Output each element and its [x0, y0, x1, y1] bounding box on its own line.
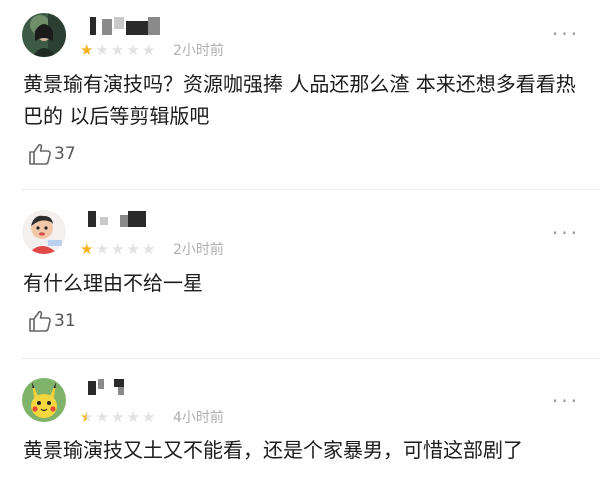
- star-icon: ★: [80, 408, 94, 426]
- more-dots-icon[interactable]: ···: [552, 391, 580, 411]
- comment-text: 有什么理由不给一星: [23, 271, 203, 295]
- avatar[interactable]: [22, 210, 66, 254]
- star-rating: ★ ★ ★ ★ ★: [80, 42, 155, 58]
- avatar[interactable]: [22, 378, 66, 422]
- star-icon: ★: [95, 240, 109, 258]
- like-button[interactable]: 31: [28, 310, 76, 332]
- star-icon: ★: [95, 408, 109, 426]
- star-icon: ★: [126, 240, 140, 258]
- user-avatar-cartoon-icon: [22, 210, 66, 254]
- comment-text: 黄景瑜演技又土又不能看，还是个家暴男，可惜这部剧了: [23, 438, 523, 462]
- thumbs-up-icon: [29, 310, 51, 332]
- star-icon: ★: [95, 41, 109, 59]
- comment-item: ★ ★ ★ ★ ★ 4小时前 ··· 黄景瑜演技又土又不能看，还是个家暴男，可惜…: [0, 359, 600, 478]
- star-icon: ★: [80, 41, 94, 59]
- comment-time: 4小时前: [173, 410, 224, 426]
- more-dots-icon[interactable]: ···: [552, 24, 580, 44]
- user-avatar-portrait-icon: [22, 13, 66, 57]
- star-icon: ★: [80, 240, 94, 258]
- star-icon: ★: [110, 408, 125, 426]
- like-count: 31: [54, 311, 76, 331]
- comment-time: 2小时前: [173, 43, 224, 59]
- avatar[interactable]: [22, 13, 66, 57]
- thumbs-up-icon: [29, 143, 51, 165]
- comment-time: 2小时前: [173, 242, 224, 258]
- like-button[interactable]: 37: [28, 143, 76, 165]
- star-rating: ★ ★ ★ ★ ★: [80, 409, 155, 425]
- star-icon: ★: [110, 41, 125, 59]
- comment-text: 黄景瑜有演技吗？资源咖强捧 人品还那么渣 本来还想多看看热巴的 以后等剪辑版吧: [23, 72, 576, 128]
- star-icon: ★: [141, 408, 156, 426]
- more-dots-icon[interactable]: ···: [552, 223, 580, 243]
- star-rating: ★ ★ ★ ★ ★: [80, 241, 155, 257]
- user-avatar-pikachu-icon: [22, 378, 66, 422]
- star-icon: ★: [141, 41, 156, 59]
- star-icon: ★: [126, 41, 140, 59]
- comment-item: ★ ★ ★ ★ ★ 2小时前 ··· 黄景瑜有演技吗？资源咖强捧 人品还那么渣 …: [0, 0, 600, 189]
- comment-item: ★ ★ ★ ★ ★ 2小时前 ··· 有什么理由不给一星 31: [0, 190, 600, 358]
- star-icon: ★: [126, 408, 140, 426]
- star-icon: ★: [110, 240, 125, 258]
- star-icon: ★: [141, 240, 156, 258]
- like-count: 37: [54, 144, 76, 164]
